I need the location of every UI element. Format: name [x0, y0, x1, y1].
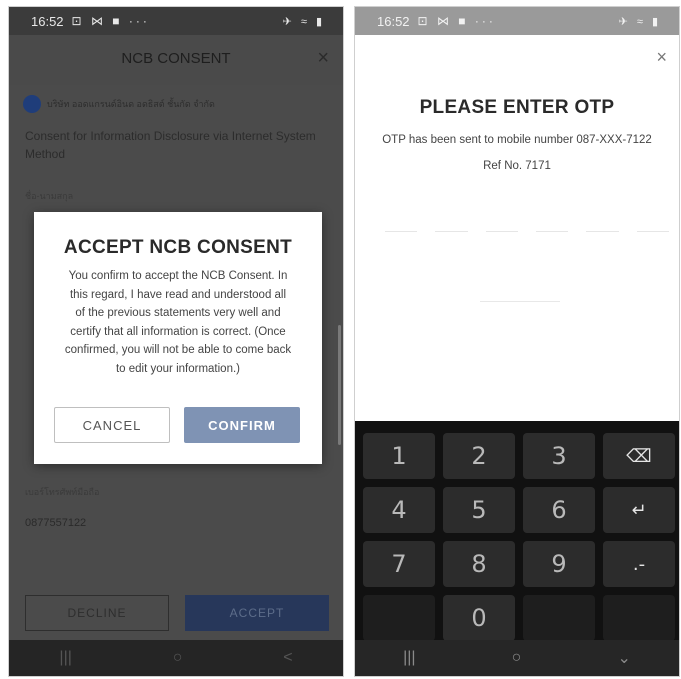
dialog-message: You confirm to accept the NCB Consent. I… [64, 270, 292, 375]
otp-ref-number: Ref No. 7171 [483, 160, 551, 172]
key-4[interactable]: 4 [363, 487, 435, 533]
company-name: บริษัท ออดแกรนด์อินด อดธิสต์ ชั้นกัด จำก… [47, 99, 215, 109]
otp-digit-slot[interactable] [435, 231, 468, 232]
key-0[interactable]: 0 [443, 595, 515, 641]
key-8[interactable]: 8 [443, 541, 515, 587]
company-logo: บริษัท ออดแกรนด์อินด อดธิสต์ ชั้นกัด จำก… [23, 95, 215, 113]
hide-keyboard-icon[interactable]: ⌄ [617, 648, 630, 668]
confirm-button[interactable]: CONFIRM [184, 407, 300, 443]
numeric-keypad: 1 2 3 ⌫ 4 5 6 ↵ 7 8 9 .- 0 [355, 421, 679, 643]
key-blank [603, 595, 675, 641]
cancel-button[interactable]: CANCEL [54, 407, 170, 443]
otp-input[interactable] [385, 231, 669, 232]
scrollbar[interactable] [338, 325, 341, 445]
close-icon[interactable]: × [317, 47, 329, 70]
name-label: ชื่อ-นามสกุล [25, 191, 74, 201]
otp-title: PLEASE ENTER OTP [419, 97, 615, 118]
page-title: NCB CONSENT [121, 50, 231, 67]
status-bar: 16:52 ⊡ ⋈ ■ ··· ✈ ≈ ▮ [9, 7, 343, 35]
ncb-consent-screen: 16:52 ⊡ ⋈ ■ ··· ✈ ≈ ▮ NCB CONSENT × บริษ… [8, 6, 344, 677]
key-2[interactable]: 2 [443, 433, 515, 479]
status-time: 16:52 [31, 13, 64, 29]
otp-digit-slot[interactable] [636, 231, 669, 232]
phone-value: 0877557122 [25, 517, 87, 529]
app-bar: NCB CONSENT × [9, 35, 343, 85]
decline-button[interactable]: DECLINE [25, 595, 169, 631]
recent-apps-icon[interactable]: ||| [403, 649, 415, 667]
backspace-icon[interactable]: ⌫ [603, 433, 675, 479]
consent-heading-line2: Method [25, 147, 66, 161]
otp-digit-slot[interactable] [586, 231, 619, 232]
status-time: 16:52 [377, 13, 410, 29]
home-icon[interactable]: ○ [512, 649, 522, 667]
otp-digit-slot[interactable] [485, 231, 518, 232]
key-3[interactable]: 3 [523, 433, 595, 479]
dialog-title: ACCEPT NCB CONSENT [63, 237, 293, 258]
key-7[interactable]: 7 [363, 541, 435, 587]
signal-battery-icons: ✈ ≈ ▮ [282, 15, 325, 28]
key-6[interactable]: 6 [523, 487, 595, 533]
enter-icon[interactable]: ↵ [603, 487, 675, 533]
accept-button[interactable]: ACCEPT [185, 595, 329, 631]
back-icon[interactable]: < [283, 649, 292, 667]
key-5[interactable]: 5 [443, 487, 515, 533]
recent-apps-icon[interactable]: ||| [59, 649, 71, 667]
system-nav-bar: ||| ○ ⌄ [355, 640, 679, 676]
status-bar: 16:52 ⊡ ⋈ ■ ··· ✈ ≈ ▮ [355, 7, 679, 35]
otp-screen: 16:52 ⊡ ⋈ ■ ··· ✈ ≈ ▮ × PLEASE ENTER OTP… [354, 6, 680, 677]
system-nav-bar: ||| ○ < [9, 640, 343, 676]
close-icon[interactable]: × [656, 47, 667, 68]
key-blank [523, 595, 595, 641]
key-9[interactable]: 9 [523, 541, 595, 587]
notification-icons: ⊡ ⋈ ■ ··· [71, 14, 150, 28]
notification-icons: ⊡ ⋈ ■ ··· [417, 14, 496, 28]
otp-digit-slot[interactable] [385, 231, 418, 232]
otp-description: OTP has been sent to mobile number 087-X… [382, 134, 652, 146]
otp-digit-slot[interactable] [535, 231, 569, 232]
signal-battery-icons: ✈ ≈ ▮ [618, 15, 661, 28]
accept-consent-dialog: ACCEPT NCB CONSENT You confirm to accept… [34, 212, 322, 464]
consent-heading-line1: Consent for Information Disclosure via I… [25, 129, 316, 143]
logo-mark-icon [23, 95, 41, 113]
key-blank [363, 595, 435, 641]
home-icon[interactable]: ○ [173, 649, 183, 667]
key-dot-dash[interactable]: .- [603, 541, 675, 587]
divider [480, 301, 560, 302]
key-1[interactable]: 1 [363, 433, 435, 479]
phone-label: เบอร์โทรศัพท์มือถือ [25, 487, 100, 497]
